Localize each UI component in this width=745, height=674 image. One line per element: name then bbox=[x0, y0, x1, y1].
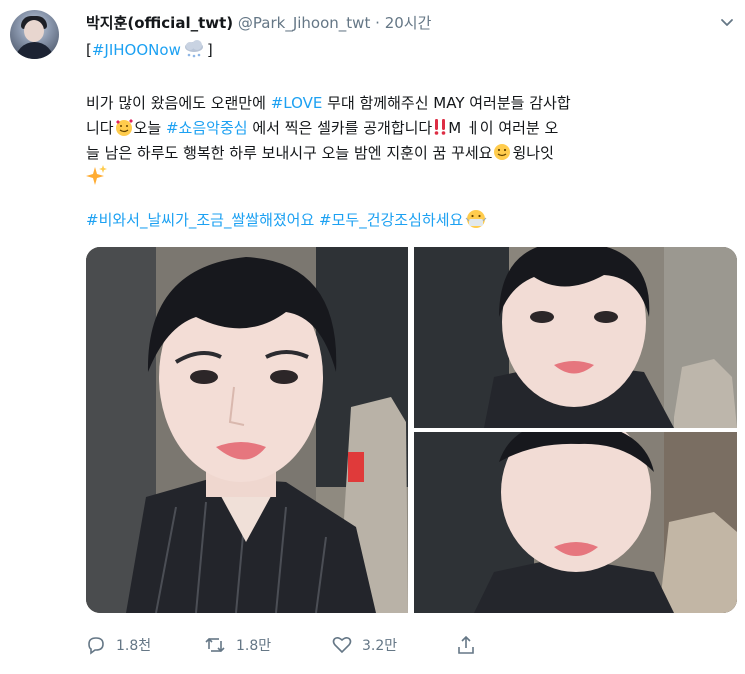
tweet-header: 박지훈(official_twt) @Park_Jihoon_twt · 20시… bbox=[86, 12, 431, 33]
tweet-text-line-2: 니다 오늘 #쇼음악중심 에서 찍은 셀카를 공개합니다 M ㅔ이 여러분 오 bbox=[86, 118, 558, 138]
like-count: 3.2만 bbox=[362, 638, 398, 654]
display-name[interactable]: 박지훈(official_twt) bbox=[86, 14, 233, 32]
medical-mask-emoji bbox=[465, 210, 487, 228]
sparkles-emoji bbox=[86, 165, 107, 185]
photo-grid bbox=[86, 247, 737, 613]
handle[interactable]: @Park_Jihoon_twt bbox=[238, 14, 370, 32]
text-segment: 윙나잇 bbox=[512, 144, 554, 162]
like-button[interactable]: 3.2만 bbox=[332, 633, 397, 657]
double-exclamation-emoji bbox=[434, 119, 446, 135]
reply-button[interactable]: 1.8천 bbox=[86, 633, 151, 657]
reply-icon bbox=[88, 637, 104, 655]
avatar-body bbox=[15, 42, 54, 59]
hashtags-bottom[interactable]: #비와서_날씨가_조금_쌀쌀해졌어요 #모두_건강조심하세요 bbox=[86, 211, 463, 229]
text-segment: 오늘 bbox=[133, 119, 166, 137]
separator: · bbox=[375, 14, 380, 32]
tweet-actions: 1.8천 1.8만 3.2만 bbox=[86, 633, 646, 657]
text-segment: 에서 찍은 셀카를 공개합니다 bbox=[247, 119, 433, 137]
avatar-face bbox=[24, 20, 44, 42]
selfie-photo-2[interactable] bbox=[414, 247, 737, 428]
share-icon bbox=[458, 635, 474, 654]
text-segment: 비가 많이 왔음에도 오랜만에 bbox=[86, 94, 271, 112]
avatar[interactable] bbox=[10, 10, 59, 59]
chevron-down-icon[interactable] bbox=[719, 14, 735, 30]
tweet-text-line-3: 늘 남은 하루도 행복한 하루 보내시구 오늘 밤엔 지훈이 꿈 꾸세요 윙나잇 bbox=[86, 143, 554, 163]
timestamp[interactable]: 20시간 bbox=[385, 14, 432, 32]
hashtag-show-music-core[interactable]: #쇼음악중심 bbox=[166, 119, 248, 137]
hashtag-jihoonow[interactable]: #JIHOONow bbox=[92, 41, 181, 59]
smiling-face-hearts-emoji bbox=[115, 119, 133, 136]
cloud-snow-emoji bbox=[184, 40, 203, 58]
reply-count: 1.8천 bbox=[116, 638, 152, 654]
selfie-photo-1[interactable] bbox=[86, 247, 408, 613]
selfie-photo-3[interactable] bbox=[414, 432, 737, 613]
text-segment: 늘 남은 하루도 행복한 하루 보내시구 오늘 밤엔 지훈이 꿈 꾸세요 bbox=[86, 144, 493, 162]
bracket-close: ] bbox=[206, 41, 213, 59]
slightly-smiling-emoji bbox=[494, 144, 511, 160]
text-segment: M ㅔ이 여러분 오 bbox=[448, 119, 559, 137]
hashtag-top-line: [#JIHOONow ] bbox=[86, 40, 213, 60]
text-segment: 무대 함께해주신 MAY 여러분들 감사합 bbox=[322, 94, 571, 112]
text-segment: 니다 bbox=[86, 119, 114, 137]
hashtag-line: #비와서_날씨가_조금_쌀쌀해졌어요 #모두_건강조심하세요 bbox=[86, 209, 487, 230]
retweet-button[interactable]: 1.8만 bbox=[204, 633, 271, 657]
hashtag-love[interactable]: #LOVE bbox=[271, 94, 323, 112]
tweet-text-line-1: 비가 많이 왔음에도 오랜만에 #LOVE 무대 함께해주신 MAY 여러분들 … bbox=[86, 93, 571, 113]
tweet-text-line-4 bbox=[86, 165, 108, 190]
retweet-count: 1.8만 bbox=[236, 638, 272, 654]
retweet-icon bbox=[205, 637, 225, 653]
share-button[interactable] bbox=[456, 633, 486, 657]
heart-icon bbox=[332, 636, 352, 654]
